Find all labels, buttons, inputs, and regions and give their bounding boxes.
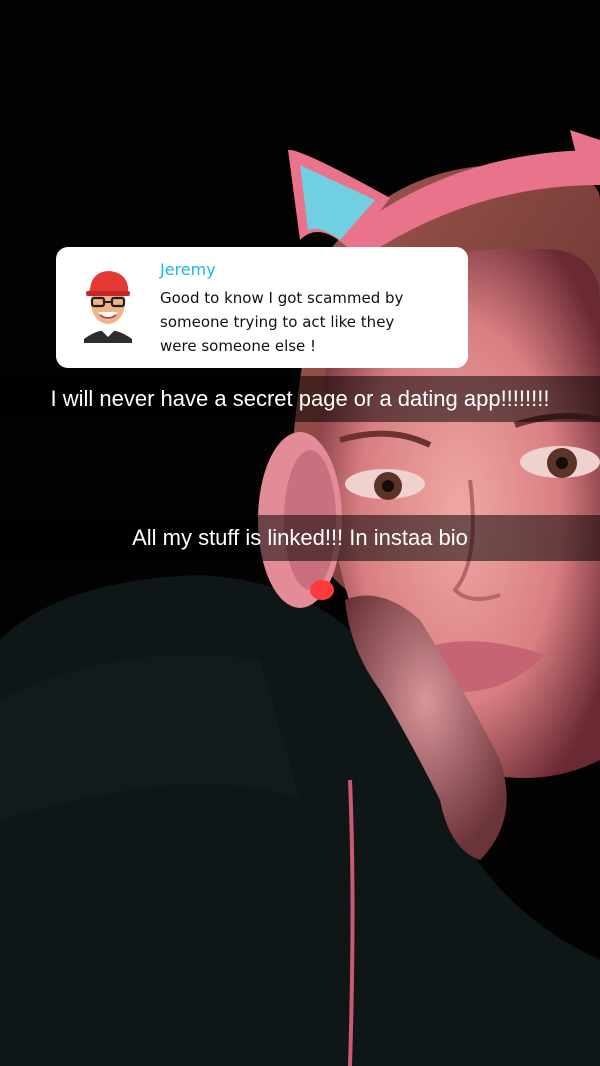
reply-card[interactable]: Jeremy Good to know I got scammed by som…	[56, 247, 468, 368]
reply-message-line: someone trying to act like they	[160, 313, 395, 331]
bitmoji-avatar-icon	[84, 271, 132, 343]
reply-message-line: Good to know I got scammed by	[160, 289, 404, 307]
story-view: Jeremy Good to know I got scammed by som…	[0, 0, 600, 1066]
reply-message: Good to know I got scammed by someone tr…	[160, 286, 460, 358]
reply-sender-name: Jeremy	[160, 260, 216, 279]
caption-bar: All my stuff is linked!!! In instaa bio	[0, 515, 600, 561]
reply-message-line: were someone else !	[160, 337, 317, 355]
caption-bar: I will never have a secret page or a dat…	[0, 376, 600, 422]
